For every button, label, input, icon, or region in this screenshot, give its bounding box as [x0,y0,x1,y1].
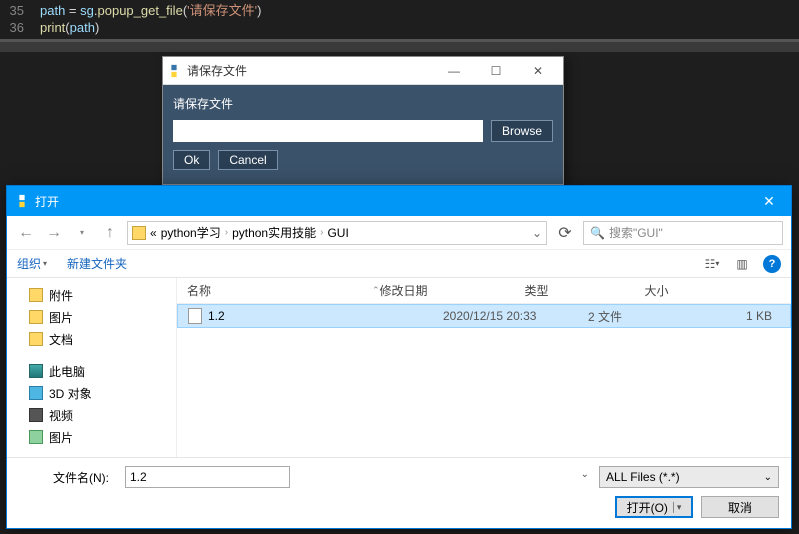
tree-item[interactable]: 视频 [11,404,172,426]
chevron-right-icon: › [320,227,323,238]
bc-prefix: « [150,226,157,240]
dialog-footer: 文件名(N): ⌄ ALL Files (*.*)⌄ 打开(O) │▾ 取消 [7,457,791,528]
help-button[interactable]: ? [763,255,781,273]
minimize-button[interactable]: — [433,57,475,85]
table-row[interactable]: 1.22020/12/15 20:332 文件1 KB [177,304,791,328]
popup-message: 请保存文件 [173,95,553,112]
chevron-right-icon: › [225,227,228,238]
filename-dropdown-icon[interactable]: ⌄ [581,469,589,480]
file-open-dialog: 打开 ✕ ← → ▾ ↑ « python学习 › python实用技能 › G… [6,185,792,529]
col-date[interactable]: 修改日期 [380,282,525,299]
open-button[interactable]: 打开(O) │▾ [615,496,693,518]
tree-item[interactable]: 3D 对象 [11,382,172,404]
filename-input[interactable] [125,466,290,488]
ok-button[interactable]: Ok [173,150,210,170]
popup-title-text: 请保存文件 [187,62,433,79]
folder-icon [29,332,43,346]
folder-icon [29,364,43,378]
up-button[interactable]: ↑ [99,222,121,244]
bc-part[interactable]: python实用技能 [232,224,316,241]
preview-pane-button[interactable]: ▥ [729,254,755,274]
bc-part[interactable]: GUI [327,226,348,240]
close-button[interactable]: ✕ [517,57,559,85]
dialog-titlebar[interactable]: 打开 ✕ [7,186,791,216]
file-list: 名称 ⌃ 修改日期 类型 大小 1.22020/12/15 20:332 文件1… [177,278,791,457]
folder-icon [29,288,43,302]
browse-button[interactable]: Browse [491,120,553,142]
python-icon [15,194,29,208]
tree-item[interactable]: 图片 [11,306,172,328]
folder-icon [29,310,43,324]
save-popup: 请保存文件 — ☐ ✕ 请保存文件 Browse Ok Cancel [162,56,564,185]
new-folder-button[interactable]: 新建文件夹 [67,255,127,272]
popup-titlebar[interactable]: 请保存文件 — ☐ ✕ [163,57,563,85]
tree-item[interactable]: 附件 [11,284,172,306]
tree-item[interactable]: 文档 [11,328,172,350]
col-type[interactable]: 类型 [525,282,645,299]
search-icon: 🔍 [590,226,605,240]
list-header[interactable]: 名称 ⌃ 修改日期 类型 大小 [177,278,791,304]
tree-item[interactable]: 图片 [11,426,172,448]
breadcrumb[interactable]: « python学习 › python实用技能 › GUI ⌄ [127,221,547,245]
filename-label: 文件名(N): [19,469,119,486]
refresh-button[interactable]: ⟳ [553,221,577,245]
sort-indicator-icon: ⌃ [372,285,380,296]
search-input[interactable]: 🔍 搜索"GUI" [583,221,783,245]
tree-item-label: 图片 [49,429,73,446]
tree-item-label: 图片 [49,309,73,326]
tree-item[interactable]: 此电脑 [11,360,172,382]
folder-icon [132,226,146,240]
toolbar: 组织▾ 新建文件夹 ☷ ▾ ▥ ? [7,250,791,278]
folder-icon [29,408,43,422]
tree-item-label: 视频 [49,407,73,424]
dialog-close-button[interactable]: ✕ [747,186,791,216]
cancel-button[interactable]: Cancel [218,150,277,170]
folder-tree[interactable]: 附件图片文档 此电脑3D 对象视频图片 [7,278,177,457]
code-editor: 35path = sg.popup_get_file('请保存文件')36pri… [0,0,799,60]
maximize-button[interactable]: ☐ [475,57,517,85]
search-placeholder: 搜索"GUI" [609,224,663,241]
tree-item-label: 3D 对象 [49,385,92,402]
folder-icon [29,386,43,400]
file-type-filter[interactable]: ALL Files (*.*)⌄ [599,466,779,488]
bc-part[interactable]: python学习 [161,224,221,241]
tree-item-label: 附件 [49,287,73,304]
python-icon [167,64,181,78]
view-mode-button[interactable]: ☷ ▾ [699,254,725,274]
tree-item-label: 文档 [49,331,73,348]
history-dropdown[interactable]: ▾ [71,222,93,244]
breadcrumb-dropdown[interactable]: ⌄ [532,226,542,240]
organize-button[interactable]: 组织▾ [17,255,47,272]
tree-item-label: 此电脑 [49,363,85,380]
forward-button[interactable]: → [43,222,65,244]
nav-bar: ← → ▾ ↑ « python学习 › python实用技能 › GUI ⌄ … [7,216,791,250]
back-button[interactable]: ← [15,222,37,244]
popup-path-input[interactable] [173,120,483,142]
col-size[interactable]: 大小 [645,282,791,299]
dialog-cancel-button[interactable]: 取消 [701,496,779,518]
file-icon [188,308,202,324]
dialog-title: 打开 [35,193,747,210]
folder-icon [29,430,43,444]
